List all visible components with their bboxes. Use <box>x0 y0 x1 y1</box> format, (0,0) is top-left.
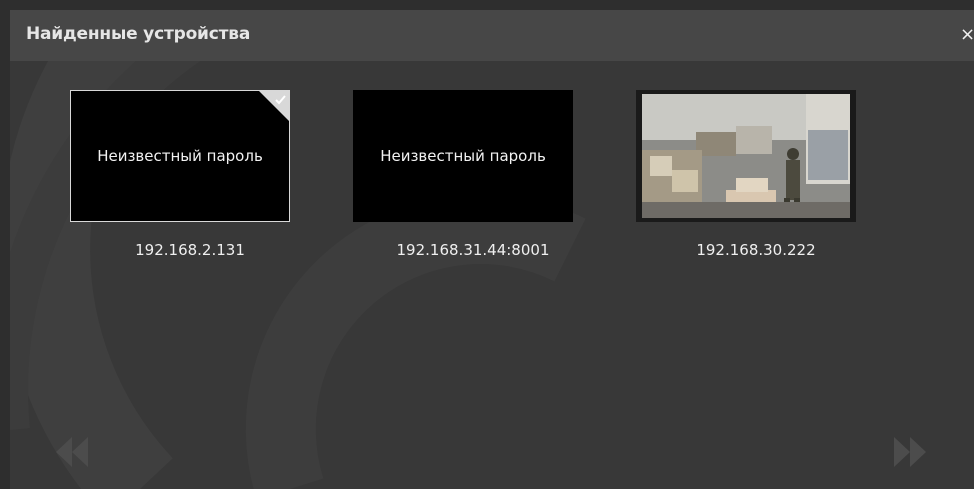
device-thumbnail[interactable]: Неизвестный пароль <box>70 90 290 222</box>
device-ip-3: 192.168.30.222 <box>696 241 816 259</box>
found-devices-dialog: Найденные устройства × Неизвестный парол… <box>10 10 974 489</box>
device-tile-3[interactable] <box>636 90 856 222</box>
selected-check-icon <box>259 91 289 121</box>
dialog-titlebar: Найденные устройства × <box>10 10 974 61</box>
dialog-title: Найденные устройства <box>26 24 251 44</box>
device-tile-1[interactable]: Неизвестный пароль <box>70 90 290 222</box>
double-chevron-left-icon[interactable] <box>50 435 94 469</box>
device-ip-2: 192.168.31.44:8001 <box>396 241 550 259</box>
close-button[interactable]: × <box>960 25 974 45</box>
double-chevron-right-icon[interactable] <box>888 435 932 469</box>
device-status-text: Неизвестный пароль <box>380 147 546 165</box>
device-thumbnail[interactable]: Неизвестный пароль <box>353 90 573 222</box>
device-ip-1: 192.168.2.131 <box>135 241 245 259</box>
camera-preview-image <box>636 90 856 222</box>
device-status-text: Неизвестный пароль <box>97 147 263 165</box>
device-thumbnail[interactable] <box>636 90 856 222</box>
device-tile-2[interactable]: Неизвестный пароль <box>353 90 573 222</box>
